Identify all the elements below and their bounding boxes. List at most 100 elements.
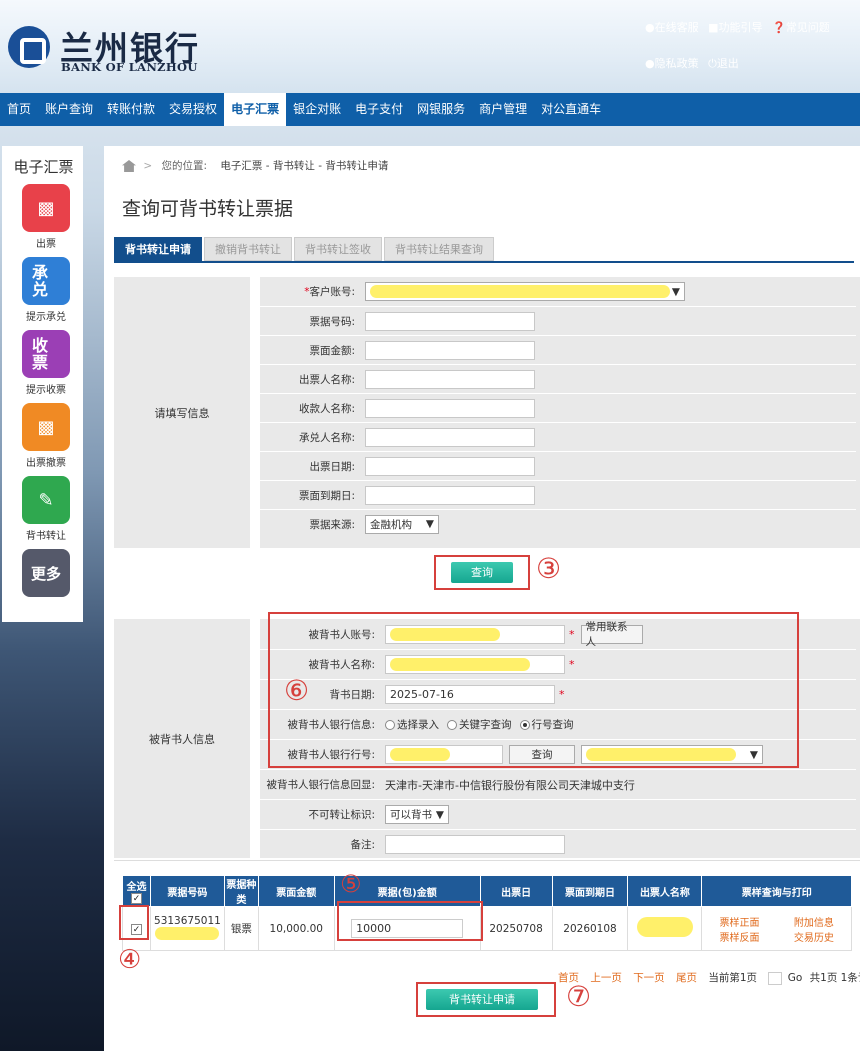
top-links-row2: ●隐私政策 ⏻退出 xyxy=(645,55,739,71)
pager: 首页 上一页 下一页 尾页 当前第1页 Go 共1页 1条记录 xyxy=(558,970,860,985)
drawer-label: 出票人名称: xyxy=(298,373,355,386)
account-select[interactable]: ▼ xyxy=(365,282,685,301)
row-due-date: 票面到期日: xyxy=(260,480,856,509)
extra-info-link[interactable]: 附加信息 xyxy=(794,914,834,929)
user-icon: ● xyxy=(645,57,655,70)
privacy-link[interactable]: ●隐私政策 xyxy=(645,57,699,70)
sidebar-item-label: 出票 xyxy=(36,239,56,250)
acceptor-input[interactable] xyxy=(365,427,535,447)
pager-next[interactable]: 下一页 xyxy=(633,972,665,984)
sample-front-link[interactable]: 票样正面 xyxy=(720,914,760,929)
main-nav: 首页 账户查询 转账付款 交易授权 电子汇票 银企对账 电子支付 网银服务 商户… xyxy=(0,93,860,126)
sidebar-item-receive[interactable]: 收票 提示收票 xyxy=(22,330,70,396)
non-transfer-label: 不可转让标识: xyxy=(308,809,375,821)
issue-date-label: 出票日期: xyxy=(309,460,355,473)
tab-bar: 背书转让申请 撤销背书转让 背书转让签收 背书转让结果查询 xyxy=(114,237,494,261)
sample-header: 票样查询与打印 xyxy=(701,875,852,907)
customer-service-link[interactable]: ●在线客服 xyxy=(645,21,699,34)
bill-no-input[interactable] xyxy=(365,311,535,331)
home-icon[interactable] xyxy=(122,160,136,172)
bank-name-en: BANK OF LANZHOU xyxy=(61,60,198,74)
nav-account-query[interactable]: 账户查询 xyxy=(38,93,100,126)
pager-page-input[interactable] xyxy=(768,971,783,985)
drawer-name-header: 出票人名称 xyxy=(627,875,703,907)
withdraw-icon: ▩ xyxy=(22,403,70,451)
due-date-cell: 20260108 xyxy=(551,906,629,951)
tab-endorse-apply[interactable]: 背书转让申请 xyxy=(114,237,202,261)
breadcrumb: > 您的位置: 电子汇票 - 背书转让 - 背书转让申请 xyxy=(122,158,388,173)
nav-reconciliation[interactable]: 银企对账 xyxy=(286,93,348,126)
sidebar-item-endorse[interactable]: ✎ 背书转让 xyxy=(22,476,70,542)
nav-online-service[interactable]: 网银服务 xyxy=(410,93,472,126)
history-link[interactable]: 交易历史 xyxy=(794,929,834,944)
nav-direct[interactable]: 对公直通车 xyxy=(534,93,608,126)
bill-table: 全选 ✓ 票据号码 票据种类 票面金额 票据(包)金额 出票日 票面到期日 出票人… xyxy=(122,875,852,951)
sidebar-item-issue[interactable]: ▩ 出票 xyxy=(22,184,70,250)
tab-endorse-sign[interactable]: 背书转让签收 xyxy=(294,237,382,261)
pager-last[interactable]: 尾页 xyxy=(676,972,697,984)
pager-go-button[interactable]: Go xyxy=(788,972,803,984)
issue-date-cell: 20250708 xyxy=(479,906,553,951)
endorse-icon: ✎ xyxy=(22,476,70,524)
issue-date-input[interactable] xyxy=(365,456,535,476)
sidebar-item-accept[interactable]: 承兑 提示承兑 xyxy=(22,257,70,323)
guide-link[interactable]: ■功能引导 xyxy=(708,21,762,34)
endorse-apply-button[interactable]: 背书转让申请 xyxy=(426,989,538,1010)
remark-label: 备注: xyxy=(350,839,375,851)
tab-endorse-result[interactable]: 背书转让结果查询 xyxy=(384,237,494,261)
nav-transfer[interactable]: 转账付款 xyxy=(100,93,162,126)
face-amount-header: 票面金额 xyxy=(257,875,335,907)
bill-no-cell: 5313675011 xyxy=(149,906,225,951)
sidebar-item-withdraw[interactable]: ▩ 出票撤票 xyxy=(22,403,70,469)
sidebar-title: 电子汇票 xyxy=(13,158,74,176)
bill-source-select[interactable]: 金融机构 ▼ xyxy=(365,514,439,534)
bill-type-cell: 银票 xyxy=(223,906,259,951)
select-all-header[interactable]: 全选 ✓ xyxy=(122,875,151,907)
nav-home[interactable]: 首页 xyxy=(0,93,38,126)
sample-back-link[interactable]: 票样反面 xyxy=(720,929,760,944)
sidebar-item-more[interactable]: 更多 xyxy=(22,549,70,597)
endorsee-section-label: 被背书人信息 xyxy=(149,732,215,746)
annotation-7: ⑦ xyxy=(566,980,592,1013)
pager-current: 当前第1页 xyxy=(708,972,758,984)
more-icon: 更多 xyxy=(22,549,70,597)
sidebar-item-label: 提示承兑 xyxy=(26,312,66,323)
non-transfer-select[interactable]: 可以背书 ▼ xyxy=(385,805,449,824)
sidebar-item-label: 出票撤票 xyxy=(26,458,66,469)
bank-echo-value: 天津市-天津市-中信银行股份有限公司天津城中支行 xyxy=(385,778,635,792)
pager-prev[interactable]: 上一页 xyxy=(590,972,622,984)
drawer-input[interactable] xyxy=(365,369,535,389)
row-bank-echo: 被背书人银行信息回显: 天津市-天津市-中信银行股份有限公司天津城中支行 xyxy=(260,769,856,799)
row-non-transfer: 不可转让标识: 可以背书 ▼ xyxy=(260,799,856,829)
remark-input[interactable] xyxy=(385,835,565,854)
sidebar-item-label: 提示收票 xyxy=(26,385,66,396)
annotation-3: ③ xyxy=(536,552,562,585)
nav-authorization[interactable]: 交易授权 xyxy=(162,93,224,126)
annotation-6: ⑥ xyxy=(284,674,310,707)
breadcrumb-path: 电子汇票 - 背书转让 - 背书转让申请 xyxy=(220,160,389,172)
table-row: ✓ 5313675011 银票 10,000.00 10000 20250708… xyxy=(122,906,852,951)
receive-alert-icon: 收票 xyxy=(22,330,70,378)
nav-merchant[interactable]: 商户管理 xyxy=(472,93,534,126)
row-face-amount: 票面金额: xyxy=(260,335,856,364)
main-content: > 您的位置: 电子汇票 - 背书转让 - 背书转让申请 查询可背书转让票据 背… xyxy=(104,146,860,1051)
query-form: 请填写信息 *客户账号: ▼ 票据号码: 票面金额: 出票人名称: 收款人名称:… xyxy=(114,277,860,548)
nav-e-draft[interactable]: 电子汇票 xyxy=(224,93,287,126)
select-all-checkbox[interactable]: ✓ xyxy=(130,893,142,904)
faq-link[interactable]: ❓常见问题 xyxy=(772,21,830,34)
due-date-input[interactable] xyxy=(365,485,535,505)
logout-link[interactable]: ⏻退出 xyxy=(708,57,739,70)
account-label: 客户账号: xyxy=(309,286,355,298)
top-links-row1: ●在线客服 ■功能引导 ❓常见问题 xyxy=(645,19,830,35)
face-amount-input[interactable] xyxy=(365,340,535,360)
accept-alert-icon: 承兑 xyxy=(22,257,70,305)
query-button[interactable]: 查询 xyxy=(451,562,513,583)
nav-e-payment[interactable]: 电子支付 xyxy=(348,93,410,126)
tab-endorse-revoke[interactable]: 撤销背书转让 xyxy=(204,237,292,261)
face-amount-label: 票面金额: xyxy=(309,344,355,357)
sample-cell: 票样正面 票样反面 附加信息 交易历史 xyxy=(701,906,852,951)
payee-input[interactable] xyxy=(365,398,535,418)
face-amount-cell: 10,000.00 xyxy=(257,906,335,951)
page-title: 查询可背书转让票据 xyxy=(122,198,294,220)
annotation-5: ⑤ xyxy=(340,870,362,898)
